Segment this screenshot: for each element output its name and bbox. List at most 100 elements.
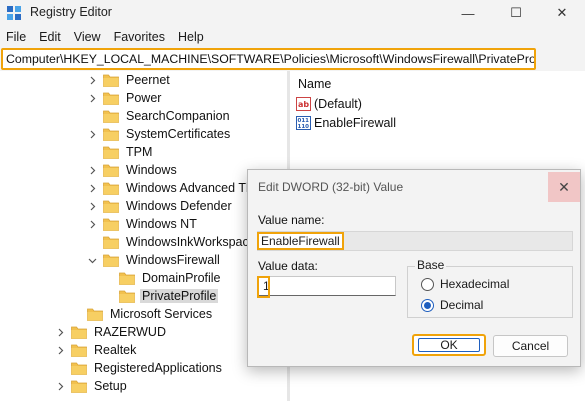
tree-item-label: PrivateProfile	[140, 289, 219, 303]
maximize-button[interactable]: ☐	[493, 0, 539, 26]
value-data-input[interactable]: 1	[257, 276, 396, 296]
svg-text:ab: ab	[298, 100, 309, 109]
tree-item[interactable]: PrivateProfile	[103, 287, 219, 305]
folder-icon	[103, 200, 119, 213]
tree-item-label: Windows	[126, 163, 177, 177]
chevron-right-icon[interactable]	[55, 381, 65, 391]
close-button[interactable]: ✕	[539, 0, 585, 26]
folder-icon	[87, 308, 103, 321]
hexadecimal-radio-button[interactable]	[421, 277, 434, 291]
address-bar[interactable]: Computer\HKEY_LOCAL_MACHINE\SOFTWARE\Pol…	[1, 48, 536, 70]
tree-item-label: Windows Defender	[126, 199, 232, 213]
radio-decimal[interactable]: Decimal	[421, 297, 483, 313]
value-data-highlight	[257, 276, 270, 298]
tree-item[interactable]: SystemCertificates	[87, 125, 232, 143]
tree-item-label: SystemCertificates	[126, 127, 231, 141]
radio-hexadecimal[interactable]: Hexadecimal	[421, 276, 509, 292]
folder-icon	[103, 74, 119, 87]
value-row-default[interactable]: ab (Default)	[296, 95, 362, 113]
tree-item[interactable]: SearchCompanion	[87, 107, 232, 125]
tree-item[interactable]: Power	[87, 89, 163, 107]
window-title: Registry Editor	[30, 5, 112, 19]
folder-icon	[103, 164, 119, 177]
folder-icon	[103, 110, 119, 123]
menu-help[interactable]: Help	[178, 30, 204, 44]
folder-icon	[71, 362, 87, 375]
menu-favorites[interactable]: Favorites	[114, 30, 165, 44]
tree-item[interactable]: TPM	[87, 143, 154, 161]
tree-item[interactable]: RegisteredApplications	[55, 359, 224, 377]
tree-item-label: Peernet	[126, 73, 170, 87]
dialog-close-button[interactable]: ✕	[548, 172, 580, 202]
tree-item-label: DomainProfile	[142, 271, 221, 285]
tree-item-label: TPM	[126, 145, 153, 159]
dword-value-icon: 011 110	[296, 116, 311, 130]
chevron-right-icon[interactable]	[87, 75, 97, 85]
tree-item-label: SearchCompanion	[126, 109, 230, 123]
value-name-label: Value name:	[258, 213, 325, 227]
folder-icon	[103, 92, 119, 105]
tree-item-label: RegisteredApplications	[94, 361, 222, 375]
string-value-icon: ab	[296, 97, 311, 111]
tree-item[interactable]: Windows	[87, 161, 179, 179]
value-name-field: EnableFirewall	[257, 231, 573, 251]
tree-item-label: Realtek	[94, 343, 137, 357]
ok-button[interactable]: OK	[412, 334, 486, 356]
chevron-down-icon[interactable]	[87, 255, 97, 265]
dialog-title: Edit DWORD (32-bit) Value	[258, 180, 404, 194]
folder-icon	[103, 128, 119, 141]
folder-icon	[119, 272, 135, 285]
minimize-button[interactable]: —	[445, 0, 491, 26]
chevron-right-icon[interactable]	[87, 93, 97, 103]
chevron-right-icon[interactable]	[87, 165, 97, 175]
chevron-right-icon[interactable]	[55, 345, 65, 355]
folder-icon	[71, 380, 87, 393]
tree-item-label: WindowsInkWorkspace	[126, 235, 256, 249]
tree-item[interactable]: WindowsFirewall	[87, 251, 222, 269]
folder-icon	[103, 254, 119, 267]
tree-item[interactable]: DomainProfile	[103, 269, 223, 287]
registry-editor-icon	[7, 6, 21, 20]
tree-item-label: Windows NT	[126, 217, 197, 231]
tree-item-label: Microsoft Services	[110, 307, 213, 321]
folder-icon	[71, 344, 87, 357]
svg-text:110: 110	[298, 124, 310, 130]
tree-item-label: WindowsFirewall	[126, 253, 220, 267]
menu-file[interactable]: File	[6, 30, 26, 44]
chevron-right-icon[interactable]	[87, 201, 97, 211]
folder-icon	[103, 236, 119, 249]
tree-item[interactable]: Windows Defender	[87, 197, 234, 215]
cancel-button[interactable]: Cancel	[493, 335, 568, 357]
tree-item[interactable]: Windows NT	[87, 215, 199, 233]
tree-item[interactable]: RAZERWUD	[55, 323, 168, 341]
tree-item[interactable]: Peernet	[87, 71, 172, 89]
base-label: Base	[415, 258, 447, 272]
folder-icon	[103, 182, 119, 195]
folder-icon	[103, 146, 119, 159]
tree-item-label: Power	[126, 91, 162, 105]
folder-icon	[103, 218, 119, 231]
value-data-label: Value data:	[258, 259, 318, 273]
tree-item-label: Setup	[94, 379, 127, 393]
tree-item[interactable]: Realtek	[55, 341, 138, 359]
menu-bar: File Edit View Favorites Help	[0, 27, 585, 47]
tree-item[interactable]: WindowsInkWorkspace	[87, 233, 258, 251]
chevron-right-icon[interactable]	[87, 129, 97, 139]
value-name-text: EnableFirewall	[257, 232, 344, 250]
chevron-right-icon[interactable]	[87, 219, 97, 229]
tree-item[interactable]: Microsoft Services	[71, 305, 214, 323]
tree-item[interactable]: Setup	[55, 377, 129, 395]
tree-item-label: RAZERWUD	[94, 325, 166, 339]
folder-icon	[71, 326, 87, 339]
decimal-radio-button[interactable]	[421, 298, 434, 312]
key-tree-pane[interactable]: Peernet Power SearchCompanion SystemCertifi…	[0, 71, 287, 401]
chevron-right-icon[interactable]	[55, 327, 65, 337]
title-bar: Registry Editor — ☐ ✕	[0, 0, 585, 26]
menu-view[interactable]: View	[74, 30, 101, 44]
menu-edit[interactable]: Edit	[39, 30, 61, 44]
column-header-name[interactable]: Name	[298, 77, 331, 91]
edit-dword-dialog: Edit DWORD (32-bit) Value ✕ Value name: …	[247, 169, 581, 367]
chevron-right-icon[interactable]	[87, 183, 97, 193]
folder-icon	[119, 290, 135, 303]
value-row-enablefirewall[interactable]: 011 110 EnableFirewall	[296, 114, 396, 132]
